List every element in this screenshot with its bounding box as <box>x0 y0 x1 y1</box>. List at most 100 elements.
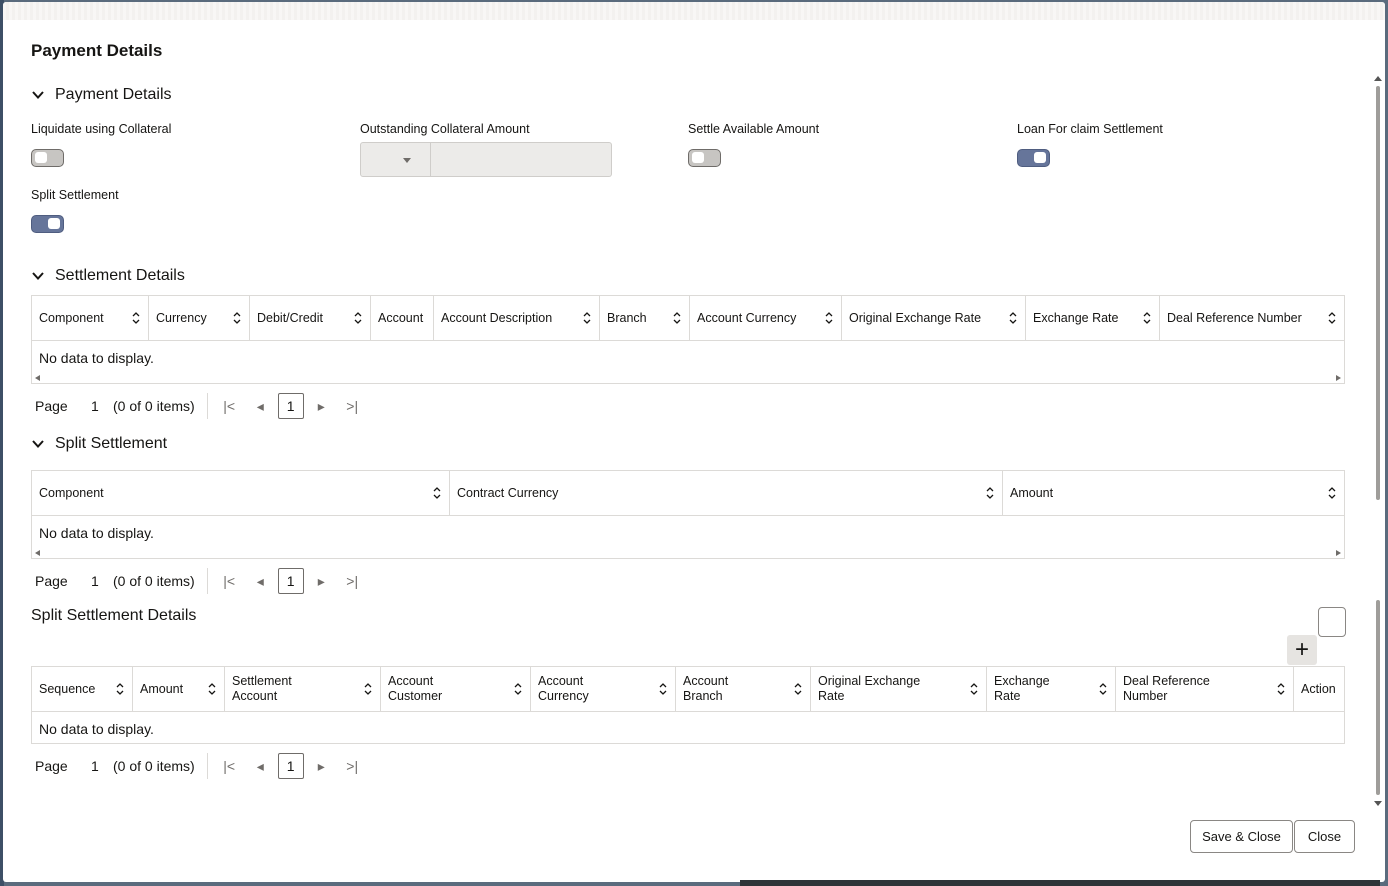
loan-for-claim-toggle[interactable] <box>1017 149 1050 167</box>
column-header-account-currency[interactable]: Account Currency <box>531 667 676 711</box>
column-header-exchange-rate[interactable]: Exchange Rate <box>1026 296 1160 340</box>
first-page-icon[interactable]: |< <box>214 398 245 414</box>
current-page-button[interactable]: 1 <box>277 568 304 594</box>
sort-icon <box>794 683 802 695</box>
toolbar-square-button[interactable] <box>1318 607 1346 637</box>
currency-select[interactable] <box>360 142 431 177</box>
table-header: Component Currency Debit/Credit Account … <box>32 296 1344 341</box>
table-header: Component Contract Currency Amount <box>32 471 1344 516</box>
column-label: Exchange Rate <box>994 674 1050 703</box>
sort-icon <box>354 312 362 324</box>
sort-icon <box>825 312 833 324</box>
sort-icon <box>116 683 124 695</box>
toggle-knob <box>1034 152 1046 163</box>
settle-available-toggle[interactable] <box>688 149 721 167</box>
column-label: Deal Reference Number <box>1123 674 1210 703</box>
sort-icon <box>659 683 667 695</box>
column-header-currency[interactable]: Currency <box>149 296 250 340</box>
column-header-account-customer[interactable]: Account Customer <box>381 667 531 711</box>
prev-page-icon[interactable]: ◂ <box>245 758 276 775</box>
first-page-icon[interactable]: |< <box>214 758 245 774</box>
column-header-account-description[interactable]: Account Description <box>434 296 600 340</box>
column-label: Account Customer <box>388 674 443 703</box>
column-header-component[interactable]: Component <box>32 471 450 515</box>
toggle-knob <box>35 152 47 163</box>
liquidate-collateral-label: Liquidate using Collateral <box>31 122 172 136</box>
column-header-deal-reference-number[interactable]: Deal Reference Number <box>1116 667 1294 711</box>
horizontal-scrollbar[interactable] <box>32 374 1344 383</box>
column-header-account[interactable]: Account <box>371 296 434 340</box>
scroll-thumb-secondary[interactable] <box>1376 600 1380 795</box>
scroll-left-icon[interactable] <box>35 375 40 381</box>
empty-message: No data to display. <box>39 350 154 366</box>
add-row-button[interactable]: + <box>1287 635 1317 665</box>
scroll-down-icon[interactable] <box>1374 801 1382 806</box>
scroll-right-icon[interactable] <box>1336 550 1341 556</box>
column-header-account-branch[interactable]: Account Branch <box>676 667 811 711</box>
page-number: 1 <box>91 573 99 589</box>
dialog-title: Payment Details <box>31 41 163 60</box>
column-header-sequence[interactable]: Sequence <box>32 667 133 711</box>
scroll-up-icon[interactable] <box>1374 76 1382 81</box>
column-header-contract-currency[interactable]: Contract Currency <box>450 471 1003 515</box>
split-settlement-toggle[interactable] <box>31 215 64 233</box>
last-page-icon[interactable]: >| <box>337 573 368 589</box>
column-label: Component <box>39 485 104 500</box>
items-count: (0 of 0 items) <box>113 753 208 779</box>
save-close-button[interactable]: Save & Close <box>1190 820 1293 853</box>
column-header-debit-credit[interactable]: Debit/Credit <box>250 296 371 340</box>
column-header-settlement-account[interactable]: Settlement Account <box>225 667 381 711</box>
first-page-icon[interactable]: |< <box>214 573 245 589</box>
sort-icon <box>583 312 591 324</box>
scroll-right-icon[interactable] <box>1336 375 1341 381</box>
column-header-amount[interactable]: Amount <box>1003 471 1344 515</box>
split-settlement-table: Component Contract Currency Amount No da… <box>31 470 1345 559</box>
next-page-icon[interactable]: ▸ <box>306 398 337 415</box>
last-page-icon[interactable]: >| <box>337 398 368 414</box>
column-header-exchange-rate[interactable]: Exchange Rate <box>987 667 1116 711</box>
settle-available-label: Settle Available Amount <box>688 122 820 136</box>
horizontal-scrollbar[interactable] <box>32 549 1344 558</box>
column-header-original-exchange-rate[interactable]: Original Exchange Rate <box>811 667 987 711</box>
toggle-knob <box>692 152 704 163</box>
column-label: Account Description <box>441 310 553 325</box>
items-count: (0 of 0 items) <box>113 393 208 419</box>
scroll-left-icon[interactable] <box>35 550 40 556</box>
split-settlement-details-title: Split Settlement Details <box>31 607 197 624</box>
vertical-scrollbar[interactable] <box>1373 76 1383 806</box>
section-settlement-details[interactable]: Settlement Details <box>31 267 185 285</box>
column-header-amount[interactable]: Amount <box>133 667 225 711</box>
current-page-button[interactable]: 1 <box>277 393 304 419</box>
amount-input[interactable] <box>431 142 612 177</box>
next-page-icon[interactable]: ▸ <box>306 573 337 590</box>
column-label: Debit/Credit <box>257 310 323 325</box>
column-header-component[interactable]: Component <box>32 296 149 340</box>
column-header-deal-reference-number[interactable]: Deal Reference Number <box>1160 296 1344 340</box>
prev-page-icon[interactable]: ◂ <box>245 573 276 590</box>
close-button[interactable]: Close <box>1294 820 1355 853</box>
liquidate-collateral-toggle[interactable] <box>31 149 64 167</box>
empty-message: No data to display. <box>39 525 154 541</box>
column-label: Currency <box>156 310 207 325</box>
column-header-account-currency[interactable]: Account Currency <box>690 296 842 340</box>
table-header: Sequence Amount Settlement Account Accou… <box>32 667 1344 712</box>
current-page-button[interactable]: 1 <box>277 753 304 779</box>
column-label: Component <box>39 310 104 325</box>
column-header-branch[interactable]: Branch <box>600 296 690 340</box>
taskbar-strip <box>740 880 1380 886</box>
page-label: Page <box>35 573 68 589</box>
scroll-thumb[interactable] <box>1376 86 1380 500</box>
sort-icon <box>433 487 441 499</box>
last-page-icon[interactable]: >| <box>337 758 368 774</box>
next-page-icon[interactable]: ▸ <box>306 758 337 775</box>
chevron-down-icon <box>32 91 44 99</box>
section-title: Payment Details <box>55 86 172 103</box>
column-label: Account Currency <box>538 674 589 703</box>
sort-icon <box>132 312 140 324</box>
section-split-settlement[interactable]: Split Settlement <box>31 435 167 453</box>
column-header-original-exchange-rate[interactable]: Original Exchange Rate <box>842 296 1026 340</box>
section-payment-details[interactable]: Payment Details <box>31 86 172 104</box>
prev-page-icon[interactable]: ◂ <box>245 398 276 415</box>
page-number: 1 <box>91 398 99 414</box>
sort-icon <box>514 683 522 695</box>
